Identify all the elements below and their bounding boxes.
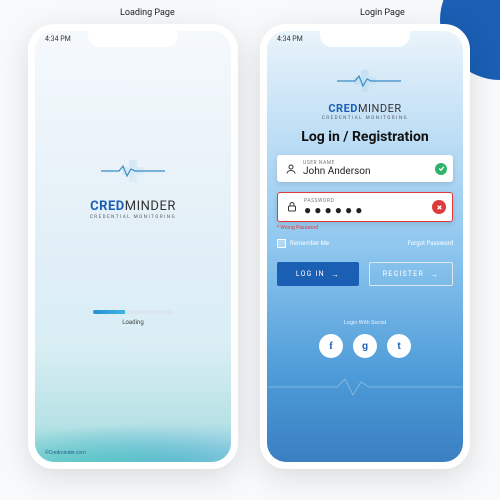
loading-progress xyxy=(93,310,173,314)
password-value: ●●●●●● xyxy=(304,204,444,216)
ekg-icon xyxy=(337,74,401,88)
brand-tagline: CREDENTIAL MONITORING xyxy=(90,215,176,220)
status-time: 4:34 PM xyxy=(277,35,303,43)
brand-part2: MINDER xyxy=(358,102,402,115)
remember-checkbox[interactable] xyxy=(277,239,286,248)
password-error: * Wrong Password xyxy=(277,225,453,231)
register-button[interactable]: REGISTER→ xyxy=(369,262,453,286)
google-button[interactable]: g xyxy=(353,334,377,358)
forgot-password-link[interactable]: Forgot Password xyxy=(408,240,453,247)
facebook-button[interactable]: f xyxy=(319,334,343,358)
label-login-page: Login Page xyxy=(360,8,405,18)
arrow-right-icon: → xyxy=(331,270,340,279)
remember-label: Remember Me xyxy=(290,240,329,247)
login-heading: Log in / Registration xyxy=(301,129,428,145)
brand-logo: CREDMINDER CREDENTIAL MONITORING xyxy=(322,65,408,121)
label-loading-page: Loading Page xyxy=(120,8,175,18)
social-label: Login With Social xyxy=(344,320,386,326)
brand-part1: CRED xyxy=(90,199,125,214)
login-button[interactable]: LOG IN→ xyxy=(277,262,359,286)
brand-logo: CREDMINDER CREDENTIAL MONITORING xyxy=(90,151,176,220)
phone-loading: 4:34 PM CREDMINDER CREDENTIAL MONITORING xyxy=(28,24,238,469)
brand-part2: MINDER xyxy=(125,199,176,214)
ekg-background-icon xyxy=(267,376,467,398)
twitter-button[interactable]: t xyxy=(387,334,411,358)
login-screen: CREDMINDER CREDENTIAL MONITORING Log in … xyxy=(267,31,463,462)
check-icon xyxy=(435,163,447,175)
user-icon xyxy=(285,163,297,175)
ekg-icon xyxy=(101,164,165,178)
password-field[interactable]: PASSWORD ●●●●●● xyxy=(277,192,453,222)
loading-screen: CREDMINDER CREDENTIAL MONITORING Loading… xyxy=(35,31,231,462)
wave-decoration xyxy=(35,342,231,462)
username-value: John Anderson xyxy=(303,166,445,177)
phone-login: 4:34 PM CREDMINDER CREDENTIAL MONITORING… xyxy=(260,24,470,469)
error-icon xyxy=(432,200,446,214)
username-field[interactable]: USER NAME John Anderson xyxy=(277,155,453,182)
status-time: 4:34 PM xyxy=(45,35,71,43)
lock-icon xyxy=(286,201,298,213)
phone-notch xyxy=(320,31,410,47)
phone-notch xyxy=(88,31,178,47)
footer-copyright: ©Credminder.com xyxy=(45,450,86,456)
remember-me[interactable]: Remember Me xyxy=(277,239,329,248)
brand-part1: CRED xyxy=(328,102,358,115)
brand-tagline: CREDENTIAL MONITORING xyxy=(322,116,408,121)
loading-text: Loading xyxy=(93,319,173,326)
arrow-right-icon: → xyxy=(430,270,439,279)
